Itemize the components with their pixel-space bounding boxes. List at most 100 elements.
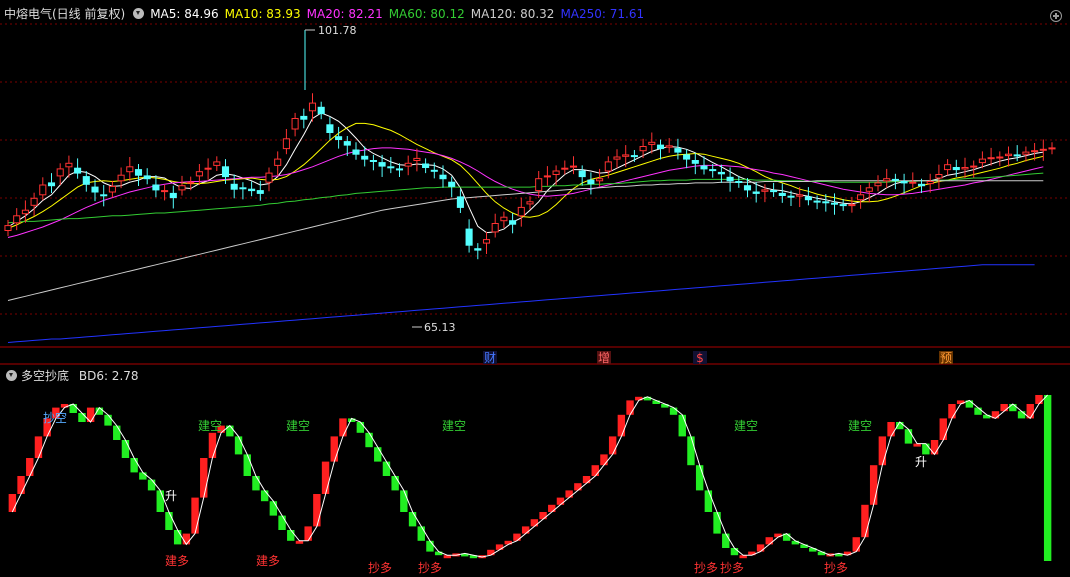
candle-body xyxy=(230,183,238,190)
indicator-bar xyxy=(313,494,321,527)
indicator-bar xyxy=(678,414,686,437)
indicator-bar xyxy=(487,549,495,556)
indicator-bar xyxy=(139,472,147,480)
ma-line-ma5 xyxy=(7,112,1044,234)
indicator-bar xyxy=(208,432,217,458)
zoom-in-icon[interactable] xyxy=(1050,10,1062,22)
candle-body xyxy=(413,157,421,161)
indicator-bar xyxy=(722,533,730,548)
candle-body xyxy=(770,190,778,193)
candle-body xyxy=(361,155,369,160)
candle-body xyxy=(500,216,508,222)
candle-body xyxy=(378,162,386,167)
candle-body xyxy=(117,174,125,182)
candle-body xyxy=(978,158,986,164)
candle-body xyxy=(308,102,317,112)
high-price-label: 101.78 xyxy=(318,24,357,37)
indicator-bar xyxy=(565,490,573,498)
indicator-dropdown-icon[interactable] xyxy=(6,370,17,381)
ma-legend-item: MA250: 71.61 xyxy=(560,7,645,21)
candle-body xyxy=(422,163,430,168)
candle-body xyxy=(326,124,334,134)
signal-label-build-short: 建空 xyxy=(734,419,758,433)
candle-body xyxy=(13,215,21,224)
candle-body xyxy=(648,141,656,145)
candle-body xyxy=(743,185,752,191)
candle-body xyxy=(726,176,734,182)
indicator-bar xyxy=(948,404,956,419)
candle-body xyxy=(56,168,64,177)
indicator-bar xyxy=(78,413,86,422)
settings-dropdown-icon[interactable] xyxy=(133,8,145,19)
indicator-bar xyxy=(243,454,251,476)
candle-body xyxy=(691,160,699,164)
indicator-bar xyxy=(974,407,982,415)
candle-body xyxy=(317,106,325,115)
indicator-bar xyxy=(861,504,869,538)
candle-body xyxy=(91,186,99,193)
candle-body xyxy=(65,162,73,168)
indicator-bar xyxy=(765,537,773,545)
indicator-bar xyxy=(130,458,138,473)
candle-body xyxy=(221,166,230,178)
candle-body xyxy=(491,223,499,233)
indicator-bar xyxy=(582,476,591,484)
signal-label-build-short: 建空 xyxy=(198,419,222,433)
price-annotations: 101.78 65.13 xyxy=(304,24,456,334)
candle-body xyxy=(587,179,595,185)
indicator-bar xyxy=(521,526,530,534)
signal-label-cover-long: 抄多 xyxy=(824,561,848,575)
candle-body xyxy=(369,160,377,162)
indicator-bar xyxy=(1043,395,1052,561)
stock-title: 中熔电气(日线 前复权) xyxy=(4,7,126,21)
event-marker: 增 xyxy=(598,351,610,365)
indicator-bar xyxy=(556,497,565,505)
indicator-value: BD6: 2.78 xyxy=(78,369,139,383)
ma-legend-item: MA5: 84.96 xyxy=(150,7,219,21)
candle-body xyxy=(952,167,960,171)
indicator-bar xyxy=(878,436,887,466)
candle-body xyxy=(352,149,360,155)
candle-body xyxy=(900,181,908,184)
signal-label-cover-long: 抄多 xyxy=(694,561,718,575)
indicator-bar xyxy=(356,422,365,433)
event-marker: 财 xyxy=(484,351,496,365)
candle-body xyxy=(917,183,926,187)
candle-body xyxy=(456,196,464,208)
indicator-bar xyxy=(574,483,582,491)
candle-body xyxy=(274,158,282,166)
candle-body xyxy=(717,171,725,175)
main-header: 中熔电气(日线 前复权) MA5: 84.96 MA10: 83.93 MA20: 8… xyxy=(4,6,656,22)
indicator-bar xyxy=(321,461,330,494)
indicator-header: 多空抄底 BD6: 2.78 xyxy=(4,368,139,384)
candle-body xyxy=(561,167,569,170)
candle-body xyxy=(30,197,38,206)
indicator-bar xyxy=(17,476,25,494)
candlesticks xyxy=(4,93,1056,260)
candle-body xyxy=(909,181,917,184)
indicator-bar xyxy=(548,504,556,512)
candle-body xyxy=(39,184,47,196)
indicator-bar xyxy=(339,418,347,437)
candle-body xyxy=(213,161,221,166)
candle-body xyxy=(1022,151,1030,155)
indicator-bar xyxy=(939,418,947,440)
indicator-bar xyxy=(156,490,164,512)
candle-body xyxy=(752,191,760,194)
candle-body xyxy=(891,178,899,181)
candle-body xyxy=(857,194,865,201)
candle-body xyxy=(4,225,12,232)
indicator-title: 多空抄底 xyxy=(21,369,70,383)
candle-body xyxy=(82,176,90,185)
candle-body xyxy=(465,228,473,246)
indicator-bar xyxy=(869,465,878,505)
candle-body xyxy=(404,162,412,167)
indicator-bar xyxy=(113,425,121,440)
candle-body xyxy=(970,165,978,168)
candle-body xyxy=(622,154,630,157)
indicator-bar xyxy=(304,526,312,541)
indicator-bar xyxy=(756,544,765,552)
indicator-bar xyxy=(365,432,373,448)
candle-body xyxy=(169,192,177,199)
candle-body xyxy=(944,164,952,171)
